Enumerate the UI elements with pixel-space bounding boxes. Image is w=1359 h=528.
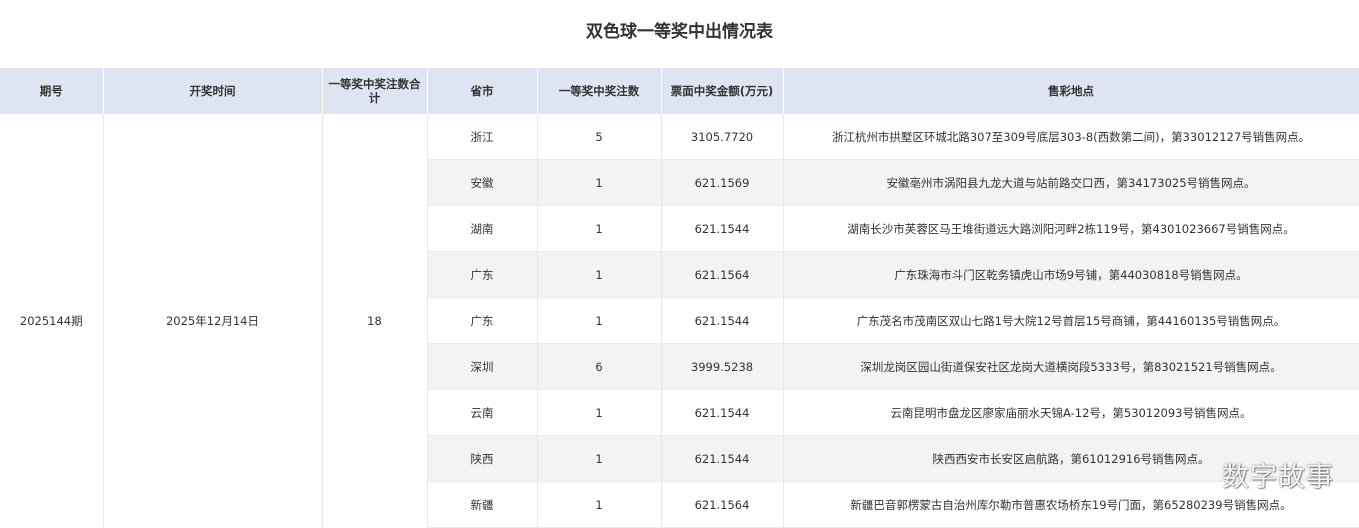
winners-cell: 1 (537, 251, 662, 298)
amount-cell: 621.1544 (661, 297, 784, 344)
winners-cell: 1 (537, 297, 662, 344)
location-cell: 安徽亳州市涡阳县九龙大道与站前路交口西，第34173025号销售网点。 (783, 159, 1359, 206)
winners-cell: 6 (537, 343, 662, 390)
province-cell: 广东 (427, 251, 538, 298)
header-amount: 票面中奖金额(万元) (661, 68, 784, 114)
header-location: 售彩地点 (783, 68, 1359, 114)
header-province: 省市 (427, 68, 538, 114)
location-cell: 深圳龙岗区园山街道保安社区龙岗大道横岗段5333号，第83021521号销售网点… (783, 343, 1359, 390)
location-cell: 广东茂名市茂南区双山七路1号大院12号首层15号商铺，第44160135号销售网… (783, 297, 1359, 344)
header-total-winners: 一等奖中奖注数合计 (322, 68, 428, 114)
province-cell: 湖南 (427, 205, 538, 252)
table-row: 2025144期 2025年12月14日 18 浙江 5 3105.7720 浙… (0, 114, 1359, 528)
province-cell: 新疆 (427, 481, 538, 528)
watermark-text: 数字故事 (1222, 462, 1334, 493)
winners-cell: 1 (537, 389, 662, 436)
winners-cell: 1 (537, 481, 662, 528)
winners-cell: 1 (537, 159, 662, 206)
amount-cell: 621.1544 (661, 389, 784, 436)
province-cell: 安徽 (427, 159, 538, 206)
province-cell: 浙江 (427, 114, 538, 160)
amount-cell: 621.1544 (661, 205, 784, 252)
header-issue: 期号 (0, 68, 104, 114)
amount-cell: 621.1544 (661, 435, 784, 482)
amount-cell: 3999.5238 (661, 343, 784, 390)
province-cell: 深圳 (427, 343, 538, 390)
location-cell: 浙江杭州市拱墅区环城北路307至309号底层303-8(西数第二间)，第3301… (783, 114, 1359, 160)
province-cell: 广东 (427, 297, 538, 344)
winners-cell: 1 (537, 205, 662, 252)
header-draw-date: 开奖时间 (103, 68, 323, 114)
table-header-row: 期号 开奖时间 一等奖中奖注数合计 省市 一等奖中奖注数 票面中奖金额(万元) … (0, 68, 1359, 114)
amount-cell: 3105.7720 (661, 114, 784, 160)
winners-table: 期号 开奖时间 一等奖中奖注数合计 省市 一等奖中奖注数 票面中奖金额(万元) … (0, 68, 1359, 528)
total-winners-cell: 18 (322, 114, 428, 528)
draw-date-cell: 2025年12月14日 (103, 114, 323, 528)
header-winners: 一等奖中奖注数 (537, 68, 662, 114)
amount-cell: 621.1564 (661, 481, 784, 528)
province-cell: 陕西 (427, 435, 538, 482)
location-cell: 云南昆明市盘龙区廖家庙丽水天锦A-12号，第53012093号销售网点。 (783, 389, 1359, 436)
amount-cell: 621.1564 (661, 251, 784, 298)
page-title: 双色球一等奖中出情况表 (586, 22, 773, 42)
winners-cell: 5 (537, 114, 662, 160)
location-cell: 湖南长沙市芙蓉区马王堆街道远大路浏阳河畔2栋119号，第4301023667号销… (783, 205, 1359, 252)
province-cell: 云南 (427, 389, 538, 436)
amount-cell: 621.1569 (661, 159, 784, 206)
winners-cell: 1 (537, 435, 662, 482)
issue-cell: 2025144期 (0, 114, 104, 528)
location-cell: 广东珠海市斗门区乾务镇虎山市场9号铺，第44030818号销售网点。 (783, 251, 1359, 298)
